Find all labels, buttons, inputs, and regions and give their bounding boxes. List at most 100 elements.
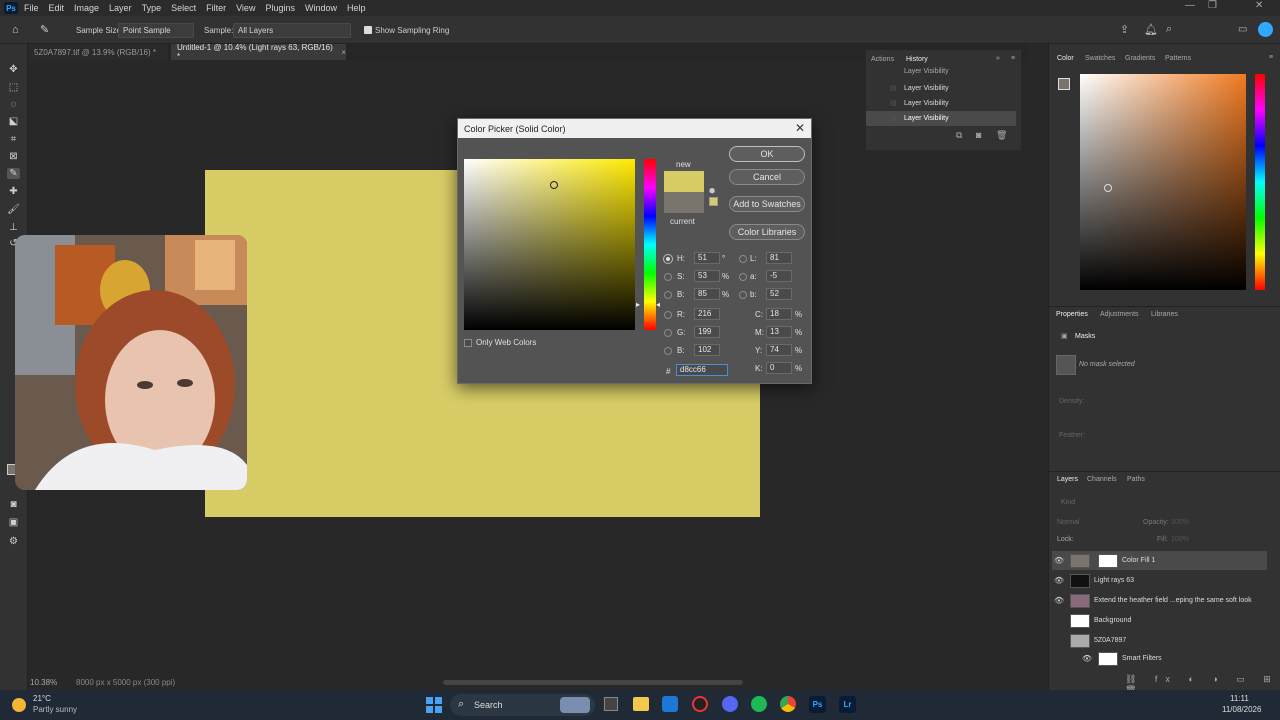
gamut-warning-icon[interactable]: ⬢ [709, 187, 715, 195]
task-view-icon[interactable] [604, 697, 618, 711]
color-picker-handle[interactable] [550, 181, 558, 189]
m-field[interactable]: 13 [766, 326, 792, 338]
outlook-icon[interactable] [662, 696, 678, 712]
menu-type[interactable]: Type [142, 3, 162, 13]
tab-adjustments[interactable]: Adjustments [1100, 311, 1139, 318]
clock-date[interactable]: 11/08/2026 [1222, 705, 1261, 714]
fill-value[interactable]: 100% [1171, 536, 1189, 543]
only-web-colors-checkbox[interactable] [464, 339, 472, 347]
discord-icon[interactable] [722, 696, 738, 712]
avatar[interactable] [1258, 22, 1273, 37]
spotify-icon[interactable] [751, 696, 767, 712]
list-item[interactable]: Layer Visibility [866, 67, 1021, 81]
lab-b-field[interactable]: 52 [766, 288, 792, 300]
lightroom-taskbar-icon[interactable]: Lr [839, 696, 856, 713]
cancel-button[interactable]: Cancel [729, 169, 805, 185]
add-to-swatches-button[interactable]: Add to Swatches [729, 196, 805, 212]
trash-icon[interactable]: 🗑︎ [996, 130, 1007, 141]
c-field[interactable]: 18 [766, 308, 792, 320]
eye-icon[interactable]: 👁︎ [1052, 576, 1066, 585]
hex-field[interactable]: d8cc66 [676, 364, 728, 376]
tab-actions[interactable]: Actions [871, 56, 894, 63]
marquee-tool-icon[interactable]: ⬚ [7, 82, 20, 93]
bell-icon[interactable]: 🔔︎ [1144, 23, 1158, 36]
h-field[interactable]: 51 [694, 252, 720, 264]
search-icon[interactable]: ⌕ [1166, 23, 1172, 36]
photoshop-taskbar-icon[interactable]: Ps [809, 696, 826, 713]
healing-tool-icon[interactable]: ✚ [7, 186, 20, 197]
y-field[interactable]: 74 [766, 344, 792, 356]
weather-icon[interactable] [12, 698, 26, 712]
object-select-tool-icon[interactable]: ⬕ [7, 116, 20, 127]
eye-icon[interactable]: 👁︎ [1080, 654, 1094, 663]
list-item-selected[interactable]: ▤ Layer Visibility [866, 111, 1016, 126]
g-radio[interactable] [664, 329, 672, 337]
ok-button[interactable]: OK [729, 146, 805, 162]
move-tool-icon[interactable]: ✥ [7, 64, 20, 75]
show-ring-checkbox[interactable] [364, 26, 372, 34]
eyedropper-icon[interactable]: ✎ [40, 23, 49, 36]
home-icon[interactable]: ⌂ [12, 24, 19, 36]
s-field[interactable]: 53 [694, 270, 720, 282]
tab-properties[interactable]: Properties [1056, 311, 1088, 318]
b-radio[interactable] [664, 291, 672, 299]
eyedropper-tool-icon[interactable]: ✎ [7, 168, 20, 179]
tab-swatches[interactable]: Swatches [1085, 55, 1115, 62]
screen-mode-icon[interactable]: ▣ [7, 517, 20, 528]
clock-time[interactable]: 11:11 [1230, 694, 1249, 703]
list-item[interactable]: ▤ Layer Visibility [866, 81, 1021, 96]
close-icon[interactable]: ✕ [795, 121, 805, 135]
lab-b-radio[interactable] [739, 291, 747, 299]
lasso-tool-icon[interactable]: ◌ [7, 99, 20, 110]
chrome-icon[interactable] [780, 696, 796, 712]
h-radio[interactable] [663, 254, 673, 264]
tab-layers[interactable]: Layers [1057, 476, 1078, 483]
tab-gradients[interactable]: Gradients [1125, 55, 1155, 62]
menu-window[interactable]: Window [305, 3, 337, 13]
hue-slider-right-arrow-icon[interactable]: ◂ [656, 300, 660, 309]
app-icon[interactable] [692, 696, 708, 712]
close-window-icon[interactable]: ✕ [1255, 0, 1263, 11]
web-safe-color-icon[interactable] [709, 197, 718, 206]
menu-filter[interactable]: Filter [206, 3, 226, 13]
layer-row[interactable]: Background [1052, 611, 1267, 630]
brightness-field[interactable]: 85 [694, 288, 720, 300]
minimize-icon[interactable]: — [1185, 0, 1195, 11]
panel-menu-icon[interactable]: ≡ [1011, 55, 1015, 62]
weather-temp[interactable]: 21°C [33, 694, 51, 703]
list-item[interactable]: ▤ Layer Visibility [866, 96, 1021, 111]
current-color-swatch[interactable] [664, 192, 704, 213]
menu-file[interactable]: File [24, 3, 39, 13]
close-icon[interactable]: × [341, 48, 346, 57]
weather-desc[interactable]: Partly sunny [33, 705, 77, 714]
maximize-icon[interactable]: ❐ [1208, 0, 1217, 11]
s-radio[interactable] [664, 273, 672, 281]
camera-icon[interactable]: ◙ [976, 130, 981, 140]
snapshot-icon[interactable]: ⧉ [956, 130, 962, 141]
foreground-swatch[interactable] [1058, 78, 1070, 90]
tab-doc-1[interactable]: 5Z0A7897.tif @ 13.9% (RGB/16) * [28, 44, 168, 60]
zoom-level[interactable]: 10.38% [30, 678, 57, 687]
blue-field[interactable]: 102 [694, 344, 720, 356]
panel-menu-icon[interactable]: ≡ [1269, 54, 1273, 61]
opacity-value[interactable]: 100% [1171, 519, 1189, 526]
tab-doc-2[interactable]: Untitled-1 @ 10.4% (Light rays 63, RGB/1… [171, 43, 346, 61]
color-libraries-button[interactable]: Color Libraries [729, 224, 805, 240]
taskbar-search[interactable]: ⌕ Search [450, 694, 595, 716]
layer-row[interactable]: 👁︎ Light rays 63 [1052, 571, 1267, 590]
workspace-icon[interactable]: ▭ [1238, 24, 1247, 35]
sample-dropdown[interactable]: All Layers [233, 23, 351, 38]
layer-row[interactable]: 5Z0A7897 [1052, 631, 1267, 650]
a-field[interactable]: -5 [766, 270, 792, 282]
l-field[interactable]: 81 [766, 252, 792, 264]
menu-view[interactable]: View [236, 3, 255, 13]
menu-select[interactable]: Select [171, 3, 196, 13]
green-field[interactable]: 199 [694, 326, 720, 338]
eye-icon[interactable]: 👁︎ [1052, 596, 1066, 605]
layer-row[interactable]: 👁︎ Extend the heather field ...eping the… [1052, 591, 1267, 610]
panel-collapse-icon[interactable]: » [996, 55, 1000, 62]
blue-radio[interactable] [664, 347, 672, 355]
file-explorer-icon[interactable] [633, 697, 649, 711]
eye-icon[interactable]: 👁︎ [1052, 556, 1066, 565]
menu-layer[interactable]: Layer [109, 3, 132, 13]
